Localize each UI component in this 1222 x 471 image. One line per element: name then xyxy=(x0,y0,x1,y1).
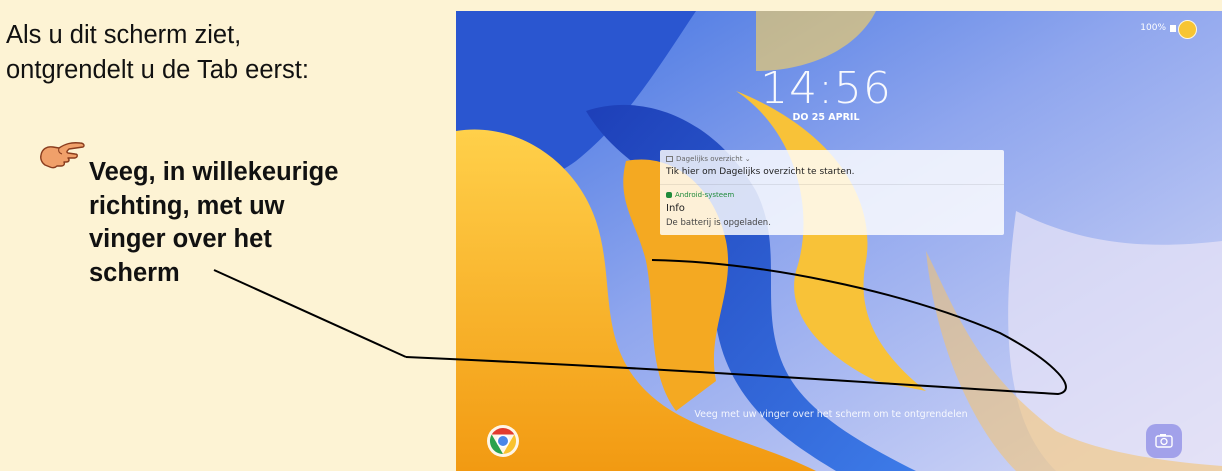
instruction-panel: Als u dit scherm ziet, ontgrendelt u de … xyxy=(0,0,453,471)
swipe-instruction: Veeg, in willekeurige richting, met uw v… xyxy=(89,156,419,290)
avatar[interactable] xyxy=(1178,20,1197,39)
instruction-line: vinger over het xyxy=(89,225,272,253)
lock-date: DO 25 APRIL xyxy=(792,112,860,123)
camera-icon xyxy=(1155,434,1173,448)
battery-status: 100% xyxy=(1140,23,1166,33)
intro-line: Als u dit scherm ziet, xyxy=(6,21,242,49)
instruction-line: scherm xyxy=(89,258,180,287)
unlock-hint: Veeg met uw vinger over het scherm om te… xyxy=(694,409,968,420)
instruction-line: Veeg, in willekeurige xyxy=(89,158,339,186)
tablet-lockscreen[interactable]: 100% 14:56 DO 25 APRIL Dagelijks overzic… xyxy=(456,11,1222,471)
instruction-line: richting, met uw xyxy=(89,191,285,220)
chevron-down-icon[interactable]: ⌄ xyxy=(745,155,751,163)
notification-app-name: Dagelijks overzicht ⌄ xyxy=(666,155,751,163)
notification-divider xyxy=(660,184,1004,185)
android-icon xyxy=(666,192,672,198)
notification-app-label: Dagelijks overzicht xyxy=(676,155,743,163)
chrome-icon[interactable] xyxy=(486,424,520,458)
notification-text: De batterij is opgeladen. xyxy=(666,218,771,228)
pointing-hand-icon xyxy=(40,142,85,169)
book-icon xyxy=(666,156,673,162)
notification-title[interactable]: Info xyxy=(666,203,685,214)
intro-line: ontgrendelt u de Tab eerst: xyxy=(6,56,309,84)
notification-panel[interactable]: Dagelijks overzicht ⌄ Tik hier om Dageli… xyxy=(660,150,1004,235)
lock-clock: 14:56 xyxy=(760,63,892,114)
notification-app-name: Android-systeem xyxy=(666,191,734,199)
intro-text: Als u dit scherm ziet, ontgrendelt u de … xyxy=(6,18,436,88)
notification-title[interactable]: Tik hier om Dagelijks overzicht te start… xyxy=(666,167,855,177)
camera-shortcut[interactable] xyxy=(1146,424,1182,458)
notification-app-label: Android-systeem xyxy=(675,191,735,199)
battery-icon xyxy=(1170,25,1176,32)
